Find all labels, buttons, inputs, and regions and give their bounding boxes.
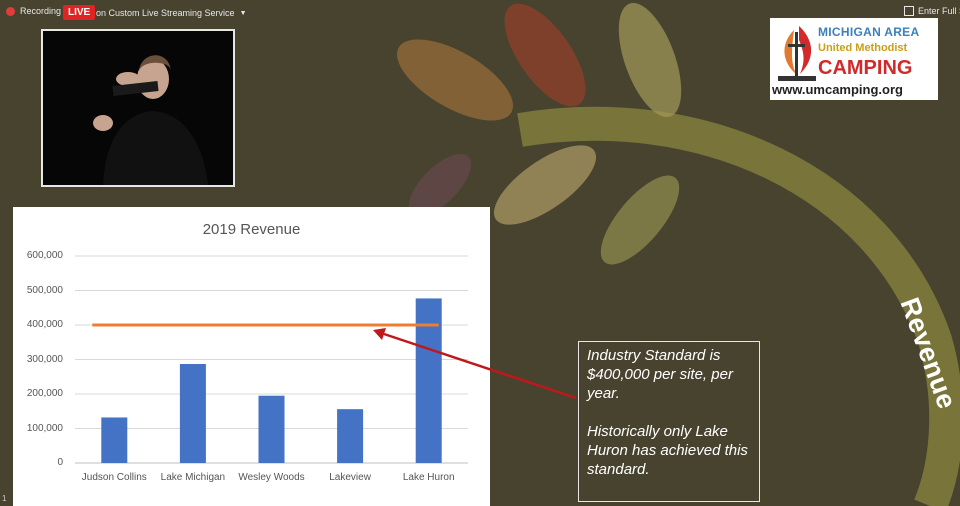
presentation-slide: Recording LIVE on Custom Live Streaming …	[0, 0, 960, 506]
logo-line3: CAMPING	[818, 57, 913, 79]
interpreter-video	[41, 29, 235, 187]
stream-dropdown[interactable]: on Custom Live Streaming Service ▼	[96, 8, 247, 18]
x-tick-label: Lake Michigan	[160, 472, 226, 483]
revenue-bar	[258, 395, 285, 463]
industry-standard-callout: Industry Standard is $400,000 per site, …	[578, 341, 760, 502]
revenue-bar	[101, 417, 128, 463]
umcamping-logo: MICHIGAN AREA United Methodist CAMPING w…	[770, 18, 938, 100]
x-tick-label: Lakeview	[329, 472, 371, 483]
recording-indicator[interactable]: Recording	[6, 6, 61, 16]
logo-url: www.umcamping.org	[772, 82, 903, 97]
record-icon	[6, 6, 15, 16]
callout-text-2: Historically only Lake Huron has achieve…	[587, 423, 748, 478]
callout-text-1: Industry Standard is $400,000 per site, …	[587, 347, 733, 402]
person-silhouette	[93, 55, 208, 185]
logo-line2: United Methodist	[818, 42, 908, 54]
chevron-down-icon: ▼	[239, 9, 247, 17]
x-tick-label: Lake Huron	[402, 472, 455, 483]
x-tick-label: Judson Collins	[81, 472, 147, 483]
page-number: 1	[2, 494, 7, 503]
recording-label: Recording	[20, 6, 62, 16]
chart-plot	[75, 255, 468, 464]
revenue-bar	[179, 363, 206, 463]
revenue-bar	[337, 409, 364, 463]
logo-line1: MICHIGAN AREA	[818, 25, 920, 39]
cross-flame-icon	[778, 26, 816, 81]
revenue-chart: 2019 Revenue 600,000 500,000 400,000 300,00…	[13, 207, 490, 506]
revenue-bar	[415, 298, 442, 463]
live-badge[interactable]: LIVE	[63, 5, 96, 20]
stream-label: on Custom Live Streaming Service	[96, 8, 235, 18]
fullscreen-icon	[904, 6, 914, 16]
fullscreen-label: Enter Full S	[918, 6, 960, 16]
x-tick-label: Wesley Woods	[238, 472, 305, 483]
fullscreen-button[interactable]: Enter Full S	[904, 6, 960, 16]
